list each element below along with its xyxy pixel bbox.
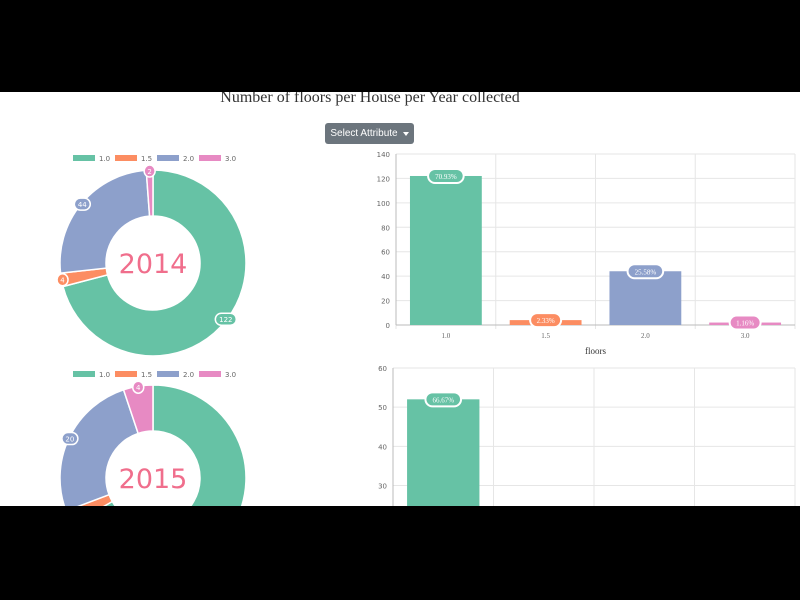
donut-chart-2015: 1.0 1.5 2.0 3.0 20 4 2015 — [59, 371, 247, 506]
value-label: 4 — [60, 277, 65, 285]
data-label: 1.16% — [736, 320, 754, 328]
y-tick-label: 40 — [381, 273, 390, 281]
y-tick-label: 0 — [386, 322, 390, 330]
donut-chart-2014: 1.0 1.5 2.0 3.012244422014 — [56, 155, 247, 357]
x-tick-label: 3.0 — [741, 332, 750, 340]
value-label: 44 — [78, 201, 87, 209]
data-label: 66.67% — [432, 396, 454, 404]
center-year-label: 2015 — [119, 464, 188, 495]
legend-label: 3.0 — [225, 155, 236, 163]
legend-label: 2.0 — [183, 155, 194, 163]
select-attribute-label: Select Attribute — [330, 128, 398, 139]
x-tick-label: 1.0 — [442, 332, 451, 340]
y-tick-label: 100 — [377, 200, 390, 208]
legend-swatch — [115, 155, 137, 161]
legend-swatch — [157, 155, 179, 161]
legend-swatch — [73, 371, 95, 377]
y-tick-label: 50 — [378, 404, 387, 412]
select-attribute-button[interactable]: Select Attribute — [325, 123, 414, 144]
center-year-label: 2014 — [119, 249, 188, 280]
bar-chart-2014: 0 20 40 60 80 100 120 140 70.93% 1.0 2.33% 1.5 25.58… — [377, 151, 796, 356]
y-tick-label: 30 — [378, 483, 387, 491]
data-label: 25.58% — [635, 268, 657, 276]
value-label: 122 — [219, 316, 232, 324]
caret-down-icon — [402, 131, 409, 136]
legend-swatch — [73, 155, 95, 161]
value-label: 20 — [65, 436, 74, 444]
page-viewport: Number of floors per House per Year coll… — [0, 92, 800, 506]
legend-label: 1.5 — [141, 155, 152, 163]
legend-label: 1.0 — [99, 371, 110, 379]
x-tick-label: 2.0 — [641, 332, 650, 340]
value-label: 4 — [136, 384, 141, 392]
y-tick-label: 20 — [381, 298, 390, 306]
legend-swatch — [115, 371, 137, 377]
y-tick-label: 120 — [377, 175, 390, 183]
legend-label: 2.0 — [183, 371, 194, 379]
data-label: 70.93% — [435, 173, 457, 181]
bar-1.0 — [409, 175, 482, 325]
page-title: Number of floors per House per Year coll… — [220, 92, 520, 106]
legend-label: 1.0 — [99, 155, 110, 163]
data-label: 2.33% — [537, 317, 555, 325]
bar-chart-2015: 203040506066.67%25.64% — [378, 365, 796, 506]
y-tick-label: 80 — [381, 224, 390, 232]
bar-2.0 — [609, 271, 682, 325]
value-label: 2 — [147, 168, 151, 176]
y-tick-label: 60 — [378, 365, 387, 373]
x-axis-title: floors — [585, 346, 606, 356]
x-tick-label: 1.5 — [541, 332, 550, 340]
legend-swatch — [157, 371, 179, 377]
legend-label: 3.0 — [225, 371, 236, 379]
bar-1.0 — [407, 399, 480, 506]
y-tick-label: 60 — [381, 249, 390, 257]
legend-swatch — [199, 371, 221, 377]
y-tick-label: 40 — [378, 443, 387, 451]
legend-swatch — [199, 155, 221, 161]
legend-label: 1.5 — [141, 371, 152, 379]
y-tick-label: 140 — [377, 151, 390, 159]
